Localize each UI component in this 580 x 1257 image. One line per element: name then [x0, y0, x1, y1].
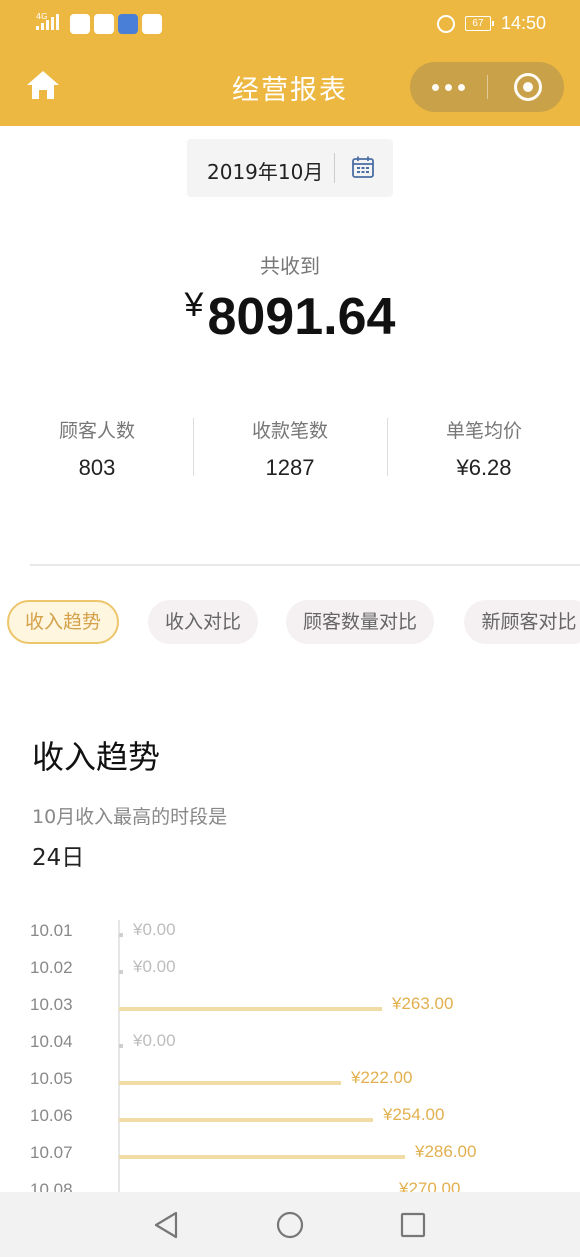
- status-right: 67 14:50: [436, 13, 546, 34]
- total-value: 8091.64: [207, 288, 396, 346]
- chart-row: 10.08 ¥270.00: [0, 1179, 580, 1192]
- stat-transactions: 收款笔数 1287: [193, 416, 387, 481]
- chart-bar: [119, 1118, 373, 1122]
- chart-category-label: 10.02: [30, 958, 73, 977]
- chart-bar: [119, 933, 123, 937]
- chart-value-label: ¥0.00: [133, 1031, 176, 1050]
- chart-value-label: ¥286.00: [415, 1142, 477, 1161]
- chart-category-label: 10.05: [30, 1069, 73, 1088]
- app-header: 4G 67 14:50 经营报表: [0, 0, 580, 126]
- peak-day: 24日: [32, 845, 85, 871]
- chart-category-label: 10.01: [30, 921, 73, 940]
- total-label: 共收到: [260, 254, 320, 278]
- stat-label: 单笔均价: [445, 420, 522, 442]
- chart-row: 10.05 ¥222.00: [0, 1068, 580, 1092]
- chart-bar: [119, 970, 123, 974]
- chart-bar: [119, 1081, 341, 1085]
- month-divider: [334, 153, 335, 183]
- alarm-icon: [436, 14, 455, 33]
- stats-row: 顾客人数 803 收款笔数 1287 单笔均价 ¥6.28: [0, 416, 580, 480]
- system-navbar: [0, 1192, 580, 1257]
- report-tabs: 收入趋势 收入对比 顾客数量对比 新顾客对比: [0, 600, 580, 646]
- capsule-divider: [487, 75, 488, 99]
- chart-category-label: 10.03: [30, 995, 73, 1014]
- battery-icon: 67: [464, 16, 494, 31]
- mini-program-capsule: [410, 62, 564, 112]
- app-notification-icon: [142, 14, 162, 34]
- chart-category-label: 10.04: [30, 1032, 73, 1051]
- more-dots-icon[interactable]: [410, 62, 487, 112]
- stat-label: 收款笔数: [251, 420, 328, 442]
- tab-customer-count-compare[interactable]: 顾客数量对比: [286, 600, 434, 644]
- tab-new-customer-compare[interactable]: 新顾客对比: [464, 600, 580, 644]
- month-value: 2019年10月: [207, 160, 324, 184]
- section-title: 收入趋势: [32, 738, 161, 776]
- target-close-icon[interactable]: [514, 73, 542, 101]
- stat-average: 单笔均价 ¥6.28: [387, 416, 580, 481]
- chart-row: 10.02 ¥0.00: [0, 957, 580, 981]
- chart-value-label: ¥263.00: [392, 994, 454, 1013]
- income-trend-chart: 10.01 ¥0.00 10.02 ¥0.00 10.03 ¥263.00 10.04 ¥0.…: [0, 908, 580, 1192]
- recent-square-icon[interactable]: [396, 1208, 430, 1242]
- month-picker[interactable]: 2019年10月: [187, 139, 393, 197]
- section-subtitle: 10月收入最高的时段是: [32, 806, 228, 828]
- stat-customers: 顾客人数 803: [0, 416, 194, 481]
- stat-value: 1287: [265, 455, 315, 480]
- signal-icon: 4G: [36, 12, 59, 30]
- chart-value-label: ¥254.00: [383, 1105, 445, 1124]
- section-divider: [30, 564, 580, 566]
- chart-value-label: ¥0.00: [133, 957, 176, 976]
- chart-row: 10.07 ¥286.00: [0, 1142, 580, 1166]
- stat-value: ¥6.28: [456, 455, 512, 480]
- chart-row: 10.03 ¥263.00: [0, 994, 580, 1018]
- chart-row: 10.06 ¥254.00: [0, 1105, 580, 1129]
- clock: 14:50: [500, 13, 546, 33]
- stat-label: 顾客人数: [58, 420, 135, 442]
- chart-row: 10.04 ¥0.00: [0, 1031, 580, 1055]
- tab-income-compare[interactable]: 收入对比: [148, 600, 258, 644]
- chart-category-label: 10.07: [30, 1143, 73, 1162]
- chart-bar: [119, 1155, 405, 1159]
- chart-value-label: ¥222.00: [351, 1068, 413, 1087]
- chart-category-label: 10.08: [30, 1180, 73, 1192]
- app-notification-icon: [118, 14, 138, 34]
- tab-income-trend[interactable]: 收入趋势: [7, 600, 119, 644]
- back-triangle-icon[interactable]: [150, 1208, 184, 1242]
- chart-category-label: 10.06: [30, 1106, 73, 1125]
- status-bar: 4G 67 14:50: [0, 0, 580, 48]
- stat-value: 803: [78, 455, 116, 480]
- chart-value-label: ¥0.00: [133, 920, 176, 939]
- chart-row: 10.01 ¥0.00: [0, 920, 580, 944]
- chart-value-label: ¥270.00: [399, 1179, 461, 1192]
- calendar-icon[interactable]: [352, 156, 374, 178]
- total-amount: ¥8091.64: [0, 286, 580, 347]
- chart-bar: [119, 1007, 382, 1011]
- currency-symbol: ¥: [184, 286, 204, 324]
- app-notification-icon: [94, 14, 114, 34]
- home-circle-icon[interactable]: [273, 1208, 307, 1242]
- chart-bar: [119, 1044, 123, 1048]
- app-notification-icon: [70, 14, 90, 34]
